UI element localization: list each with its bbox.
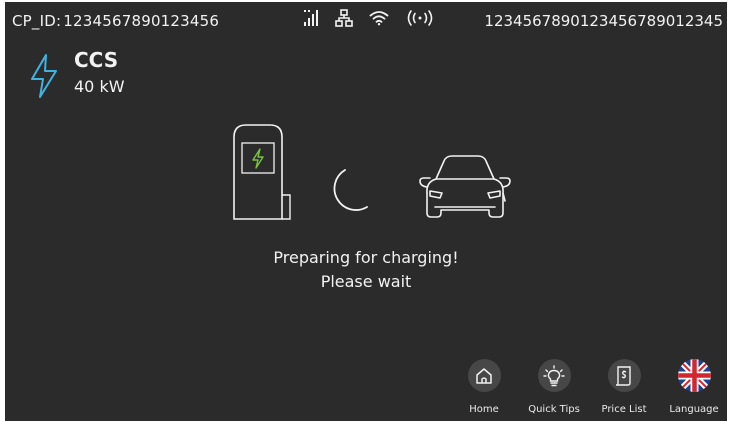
nav-home-label: Home: [469, 404, 499, 415]
nav-language-button[interactable]: Language: [659, 359, 727, 415]
serial-number: 1234567890123456789012345: [484, 12, 723, 30]
wifi-icon: [369, 10, 389, 30]
nav-price-list-label: Price List: [601, 404, 647, 415]
cp-id: CP_ID: 1234567890123456: [10, 12, 219, 30]
connector-power: 40 kW: [74, 77, 125, 96]
lightning-bolt-icon: [29, 54, 59, 102]
status-icons: [303, 7, 435, 33]
cp-id-value: 1234567890123456: [63, 12, 220, 30]
wireless-broadcast-icon: [405, 9, 435, 31]
nav-price-list-button[interactable]: Price List: [589, 359, 659, 415]
charging-screen: CP_ID: 1234567890123456 1234567890123456…: [5, 2, 727, 421]
nav-language-label: Language: [669, 404, 719, 415]
nav-home-button[interactable]: Home: [449, 359, 519, 415]
charging-station-icon: [232, 123, 294, 225]
connector-type: CCS: [74, 48, 119, 72]
status-bar: CP_ID: 1234567890123456 1234567890123456…: [5, 2, 727, 38]
car-front-icon: [417, 153, 513, 223]
united-kingdom-flag-icon[interactable]: [677, 359, 711, 392]
signal-strength-icon: [303, 9, 319, 31]
home-icon[interactable]: [467, 359, 501, 392]
status-submessage: Please wait: [320, 272, 412, 291]
ethernet-network-icon: [335, 9, 353, 31]
nav-quick-tips-button[interactable]: Quick Tips: [519, 359, 589, 415]
cp-id-label: CP_ID:: [12, 12, 62, 30]
price-list-icon[interactable]: [607, 359, 641, 392]
lightbulb-icon[interactable]: [537, 359, 571, 392]
loading-spinner-icon: [327, 166, 373, 216]
status-message: Preparing for charging!: [273, 248, 459, 267]
nav-quick-tips-label: Quick Tips: [528, 404, 580, 415]
